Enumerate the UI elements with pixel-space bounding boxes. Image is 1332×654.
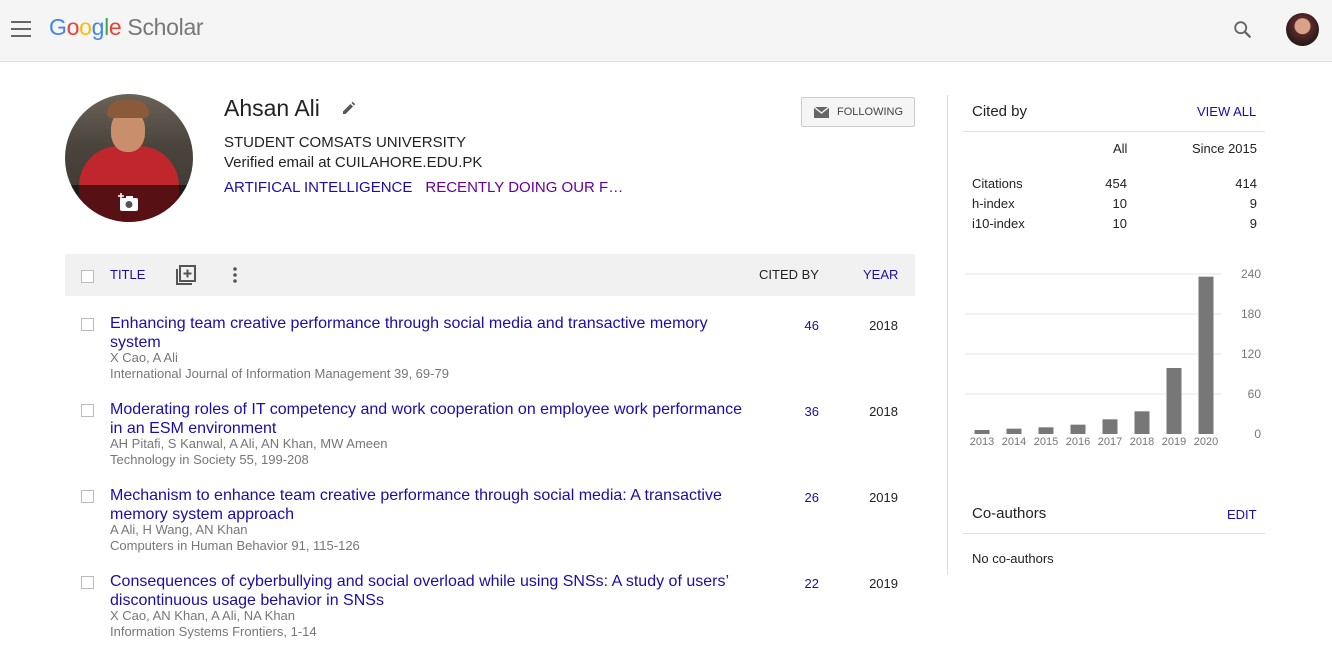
interest-link[interactable]: ARTIFICAL INTELLIGENCE [224, 179, 412, 196]
metric-label: h-index [972, 196, 1015, 211]
edit-coauthors-link[interactable]: EDIT [1227, 507, 1257, 522]
x-tick-label: 2015 [1034, 436, 1058, 448]
add-article-icon[interactable] [176, 265, 196, 285]
metric-since: 9 [1249, 196, 1257, 211]
article-row: Mechanism to enhance team creative perfo… [65, 486, 915, 568]
top-app-bar: Google Scholar [0, 0, 1332, 62]
article-authors: A Ali, H Wang, AN Khan [110, 522, 248, 537]
coauthors-heading: Co-authors [972, 505, 1047, 522]
citation-bar[interactable] [1070, 424, 1086, 434]
google-scholar-logo[interactable]: Google Scholar [49, 14, 204, 41]
no-coauthors-text: No co-authors [972, 551, 1054, 566]
article-checkbox[interactable] [81, 490, 94, 503]
article-venue: Computers in Human Behavior 91, 115-126 [110, 538, 360, 553]
follow-button[interactable]: FOLLOWING [801, 97, 915, 127]
col-header-since: Since 2015 [1191, 141, 1257, 156]
article-authors: AH Pitafi, S Kanwal, A Ali, AN Khan, MW … [110, 436, 388, 451]
y-tick-label: 240 [1241, 267, 1261, 281]
logo-letter: e [108, 14, 122, 40]
article-checkbox[interactable] [81, 576, 94, 589]
more-vert-icon[interactable] [229, 265, 241, 285]
x-tick-label: 2019 [1162, 436, 1186, 448]
citation-bar[interactable] [1166, 368, 1182, 434]
view-all-link[interactable]: VIEW ALL [1197, 104, 1256, 119]
article-year: 2018 [869, 404, 898, 419]
sort-by-title[interactable]: TITLE [110, 267, 145, 282]
article-row: Enhancing team creative performance thro… [65, 314, 915, 396]
citation-bar[interactable] [1006, 428, 1022, 434]
envelope-icon [814, 106, 829, 118]
column-divider [947, 95, 948, 575]
add-photo-icon[interactable] [118, 192, 140, 212]
col-header-all: All [1113, 141, 1128, 156]
profile-affiliation: STUDENT COMSATS UNIVERSITY [224, 134, 466, 151]
article-checkbox[interactable] [81, 318, 94, 331]
metric-all: 454 [1105, 176, 1127, 191]
article-cited-by[interactable]: 26 [785, 490, 819, 505]
y-tick-label: 120 [1241, 347, 1261, 361]
article-year: 2019 [869, 490, 898, 505]
citation-bar[interactable] [1102, 419, 1118, 434]
verified-email: Verified email at CUILAHORE.EDU.PK [224, 154, 483, 171]
citation-bar[interactable] [1198, 276, 1214, 434]
account-avatar[interactable] [1286, 13, 1319, 46]
y-tick-label: 0 [1254, 427, 1261, 441]
logo-letter: g [91, 14, 105, 40]
article-title[interactable]: Enhancing team creative performance thro… [110, 314, 750, 352]
citation-bar[interactable] [974, 430, 990, 434]
y-tick-label: 180 [1241, 307, 1261, 321]
article-authors: X Cao, A Ali [110, 350, 178, 365]
metric-label: i10-index [972, 216, 1025, 231]
citation-bar[interactable] [1134, 411, 1150, 434]
metric-since: 414 [1235, 176, 1257, 191]
metric-all: 10 [1112, 216, 1127, 231]
citations-per-year-chart: 0 60 120 180 240 2013 2014 2015 2016 2017 2018 2019… [965, 267, 1262, 448]
y-tick-label: 60 [1248, 387, 1262, 401]
x-tick-label: 2013 [970, 436, 994, 448]
profile-photo [65, 94, 193, 222]
logo-letter: o [79, 14, 92, 40]
article-venue: Information Systems Frontiers, 1-14 [110, 624, 317, 639]
article-row: Consequences of cyberbullying and social… [65, 572, 915, 654]
divider [963, 131, 1265, 132]
x-tick-label: 2017 [1098, 436, 1122, 448]
sort-by-year[interactable]: YEAR [863, 267, 898, 282]
select-all-checkbox[interactable] [81, 270, 94, 283]
logo-suffix: Scholar [127, 14, 204, 40]
divider [963, 533, 1265, 534]
article-title[interactable]: Moderating roles of IT competency and wo… [110, 400, 750, 438]
cited-by-header: CITED BY [759, 267, 819, 282]
x-tick-label: 2020 [1194, 436, 1218, 448]
article-title[interactable]: Consequences of cyberbullying and social… [110, 572, 750, 610]
article-cited-by[interactable]: 22 [785, 576, 819, 591]
x-tick-label: 2018 [1130, 436, 1154, 448]
menu-icon[interactable] [11, 21, 31, 37]
logo-letter: o [66, 14, 80, 40]
article-checkbox[interactable] [81, 404, 94, 417]
article-title[interactable]: Mechanism to enhance team creative perfo… [110, 486, 750, 524]
cited-by-heading: Cited by [972, 103, 1028, 120]
article-row: Moderating roles of IT competency and wo… [65, 400, 915, 482]
metric-since: 9 [1249, 216, 1257, 231]
search-icon[interactable] [1232, 19, 1254, 41]
research-interests: ARTIFICAL INTELLIGENCE RECENTLY DOING OUR… [224, 179, 636, 196]
metric-all: 10 [1112, 196, 1127, 211]
article-authors: X Cao, AN Khan, A Ali, NA Khan [110, 608, 296, 623]
interest-link[interactable]: RECENTLY DOING OUR F… [425, 179, 623, 196]
article-venue: Technology in Society 55, 199-208 [110, 452, 309, 467]
articles-table-header: TITLE CITED BY YEAR [65, 254, 915, 296]
citation-bar[interactable] [1038, 427, 1054, 434]
x-tick-label: 2014 [1002, 436, 1026, 448]
article-year: 2019 [869, 576, 898, 591]
article-year: 2018 [869, 318, 898, 333]
article-venue: International Journal of Information Man… [110, 366, 449, 381]
pencil-icon[interactable] [341, 100, 357, 116]
metric-label: Citations [972, 176, 1023, 191]
article-cited-by[interactable]: 36 [785, 404, 819, 419]
article-cited-by[interactable]: 46 [785, 318, 819, 333]
follow-label: FOLLOWING [837, 106, 904, 118]
profile-name: Ahsan Ali [224, 95, 320, 121]
logo-letter: G [49, 14, 67, 40]
x-tick-label: 2016 [1066, 436, 1090, 448]
